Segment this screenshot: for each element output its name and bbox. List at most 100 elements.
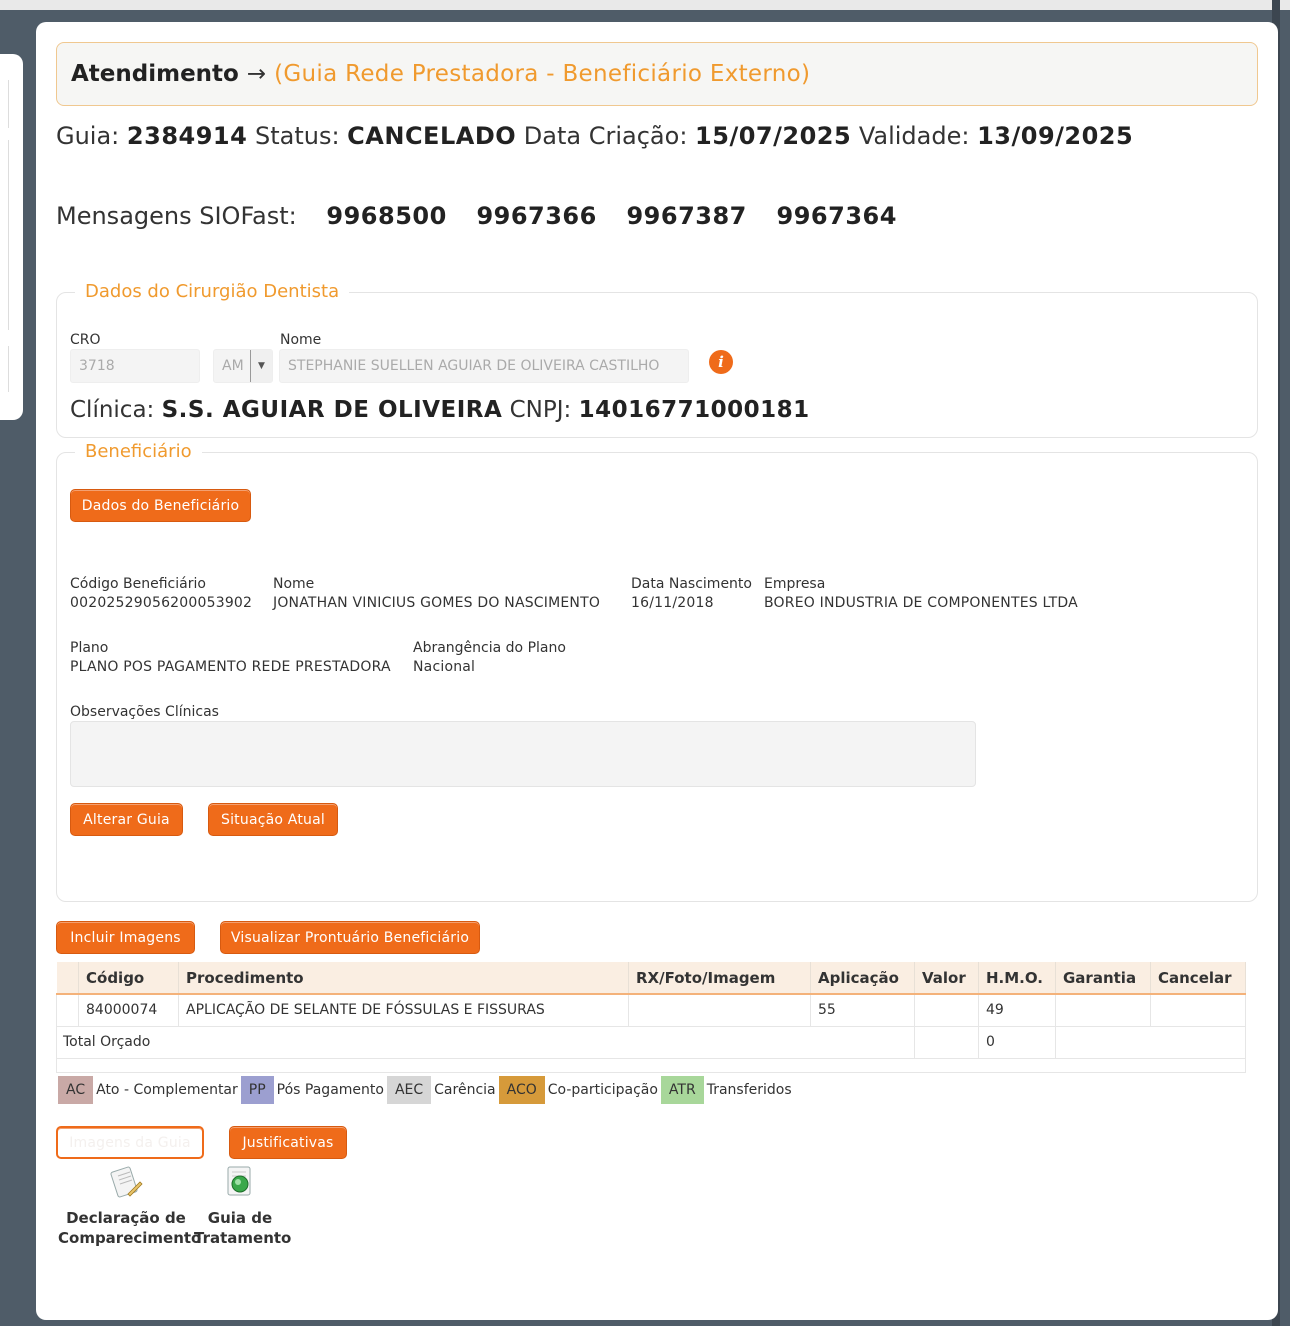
- dentista-legend: Dados do Cirurgião Dentista: [75, 281, 350, 302]
- beneficiario-section: Beneficiário Dados do Beneficiário Códig…: [56, 441, 1258, 902]
- validade-label: Validade:: [858, 122, 970, 150]
- uf-select[interactable]: AM ▼: [213, 349, 273, 383]
- status-legend: AC Ato - Complementar PP Pós Pagamento A…: [58, 1076, 795, 1104]
- guia-label: Guia:: [56, 122, 120, 150]
- beneficiario-legend: Beneficiário: [75, 441, 202, 462]
- codigo-value: 00202529056200053902: [70, 595, 253, 611]
- criacao-value: 15/07/2025: [695, 122, 852, 150]
- clinica-value: S.S. AGUIAR DE OLIVEIRA: [161, 397, 503, 423]
- total-empty: [1055, 1025, 1246, 1059]
- criacao-label: Data Criação:: [523, 122, 688, 150]
- nascimento-label: Data Nascimento: [631, 576, 752, 592]
- codigo-label: Código Beneficiário: [70, 576, 206, 592]
- column-header: RX/Foto/Imagem: [628, 962, 811, 995]
- tag-aco: ACO: [498, 1076, 545, 1104]
- page-subtitle: (Guia Rede Prestadora - Beneficiário Ext…: [274, 61, 811, 87]
- info-icon[interactable]: i: [709, 350, 733, 374]
- side-divider: [8, 346, 9, 392]
- validade-value: 13/09/2025: [977, 122, 1134, 150]
- top-bar: [0, 0, 1290, 10]
- benef-nome-label: Nome: [273, 576, 315, 592]
- column-header: H.M.O.: [978, 962, 1056, 995]
- nascimento-value: 16/11/2018: [631, 595, 714, 611]
- page-title: Atendimento: [71, 61, 239, 87]
- arrow-icon: →: [246, 61, 267, 87]
- guia-value: 2384914: [126, 122, 248, 150]
- visualizar-prontuario-button[interactable]: Visualizar Prontuário Beneficiário: [220, 921, 480, 954]
- guia-tratamento-line1: Guia de: [207, 1209, 273, 1227]
- column-header: Cancelar: [1150, 962, 1246, 995]
- total-hmo: 0: [978, 1025, 1056, 1059]
- tag-ac-label: Ato - Complementar: [96, 1082, 238, 1098]
- spacer-row: [56, 1058, 1246, 1073]
- siofast-label: Mensagens SIOFast:: [56, 202, 297, 230]
- total-valor: [914, 1025, 979, 1059]
- dados-beneficiario-button[interactable]: Dados do Beneficiário: [70, 489, 251, 522]
- guia-info: Guia: 2384914 Status: CANCELADO Data Cri…: [56, 122, 1133, 150]
- tag-aec-label: Carência: [434, 1082, 496, 1098]
- observacoes-textarea[interactable]: [70, 721, 976, 787]
- empresa-value: BOREO INDUSTRIA DE COMPONENTES LTDA: [764, 595, 1078, 611]
- guia-tratamento-line2: Tratamento: [194, 1229, 292, 1247]
- cell-valor: [914, 993, 979, 1027]
- column-header: [56, 962, 79, 995]
- cell-procedimento: APLICAÇÃO DE SELANTE DE FÓSSULAS E FISSU…: [178, 993, 629, 1027]
- alterar-guia-button[interactable]: Alterar Guia: [70, 803, 183, 836]
- total-label: Total Orçado: [56, 1025, 915, 1059]
- tag-pp: PP: [240, 1076, 274, 1104]
- abrangencia-label: Abrangência do Plano: [413, 640, 566, 656]
- guia-tratamento-link[interactable]: Guia de Tratamento: [194, 1208, 292, 1248]
- column-header: Código: [78, 962, 179, 995]
- siofast-message[interactable]: 9967387: [626, 202, 746, 230]
- observacoes-label: Observações Clínicas: [70, 704, 219, 720]
- side-panel: [0, 54, 23, 420]
- table-row[interactable]: 84000074 APLICAÇÃO DE SELANTE DE FÓSSULA…: [56, 993, 1246, 1027]
- tag-aco-label: Co-participação: [547, 1082, 658, 1098]
- uf-value: AM: [222, 358, 244, 374]
- clinica-info: Clínica: S.S. AGUIAR DE OLIVEIRA CNPJ: 1…: [70, 397, 810, 423]
- cro-input[interactable]: 3718: [70, 349, 200, 383]
- cnpj-label: CNPJ:: [509, 397, 572, 423]
- column-header: Aplicação: [810, 962, 915, 995]
- row-marker: [56, 993, 79, 1027]
- cell-codigo: 84000074: [78, 993, 179, 1027]
- imagens-guia-button[interactable]: Imagens da Guia: [56, 1126, 204, 1159]
- guia-tratamento-icon[interactable]: [222, 1164, 258, 1204]
- justificativas-button[interactable]: Justificativas: [229, 1126, 347, 1159]
- cell-hmo: 49: [978, 993, 1056, 1027]
- status-label: Status:: [254, 122, 340, 150]
- cnpj-value: 14016771000181: [578, 397, 810, 423]
- incluir-imagens-button[interactable]: Incluir Imagens: [56, 921, 195, 954]
- table-header-row: Código Procedimento RX/Foto/Imagem Aplic…: [56, 962, 1246, 995]
- column-header: Garantia: [1055, 962, 1151, 995]
- empresa-label: Empresa: [764, 576, 826, 592]
- siofast-message[interactable]: 9967364: [777, 202, 897, 230]
- tag-atr-label: Transferidos: [706, 1082, 792, 1098]
- plano-value: PLANO POS PAGAMENTO REDE PRESTADORA: [70, 659, 391, 675]
- spacer-cell: [56, 1058, 1246, 1073]
- main-card: Atendimento → (Guia Rede Prestadora - Be…: [36, 22, 1278, 1320]
- column-header: Procedimento: [178, 962, 629, 995]
- declaracao-link[interactable]: Declaração de Comparecimento: [58, 1208, 202, 1248]
- nome-input[interactable]: STEPHANIE SUELLEN AGUIAR DE OLIVEIRA CAS…: [279, 349, 689, 383]
- side-divider: [8, 140, 9, 330]
- cell-cancelar[interactable]: [1150, 993, 1246, 1027]
- declaracao-line2: Comparecimento: [58, 1229, 202, 1247]
- cell-garantia: [1055, 993, 1151, 1027]
- benef-nome-value: JONATHAN VINICIUS GOMES DO NASCIMENTO: [273, 595, 601, 611]
- chevron-down-icon[interactable]: ▼: [250, 350, 272, 382]
- nome-label: Nome: [280, 332, 322, 348]
- siofast-messages: Mensagens SIOFast: 9968500 9967366 99673…: [56, 202, 897, 230]
- declaracao-icon[interactable]: [108, 1166, 144, 1204]
- cell-rx: [628, 993, 811, 1027]
- plano-label: Plano: [70, 640, 109, 656]
- declaracao-line1: Declaração de: [66, 1209, 186, 1227]
- dentista-section: Dados do Cirurgião Dentista CRO 3718 AM …: [56, 281, 1258, 438]
- situacao-atual-button[interactable]: Situação Atual: [208, 803, 338, 836]
- siofast-message[interactable]: 9967366: [476, 202, 596, 230]
- siofast-message[interactable]: 9968500: [326, 202, 446, 230]
- tag-aec: AEC: [386, 1076, 432, 1104]
- procedures-table: Código Procedimento RX/Foto/Imagem Aplic…: [56, 962, 1246, 1073]
- status-value: CANCELADO: [347, 122, 517, 150]
- tag-atr: ATR: [660, 1076, 704, 1104]
